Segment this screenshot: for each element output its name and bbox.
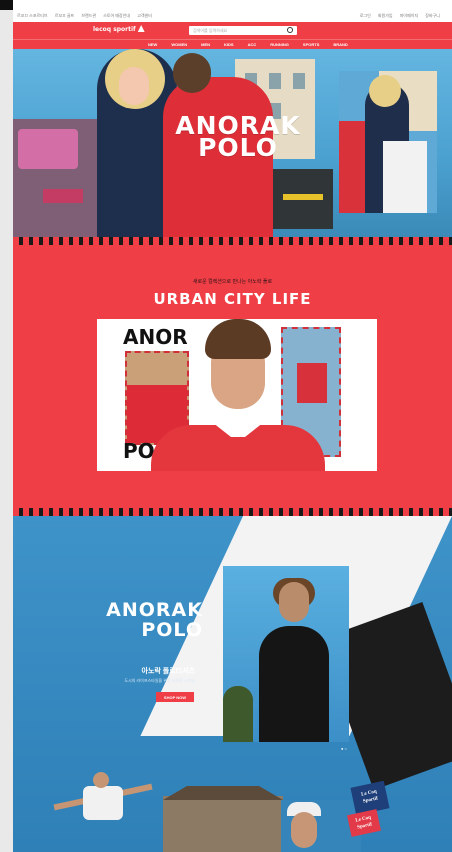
anorak-polo-section: ANORAK POLO 아노락 폴로티셔츠 도시의 라이프스타일을 위한 새로운… <box>13 516 452 852</box>
brand-badge-red: Le Coq Sportif <box>347 809 381 837</box>
section-subtitle: 아노락 폴로티셔츠 <box>141 668 195 675</box>
util-link-1[interactable]: 르꼬끄 스포르티브 <box>17 13 48 18</box>
hero-road <box>273 169 333 229</box>
section-description: 도시의 라이프스타일을 위한 새로운 스타일 <box>124 678 195 683</box>
section-headline: URBAN CITY LIFE <box>153 290 312 308</box>
palm-tree <box>223 686 253 742</box>
model-head <box>93 772 109 788</box>
section-title-line1: ANORAK <box>106 599 203 621</box>
storefront-sign <box>43 189 83 203</box>
card-text-bottom: PO <box>123 439 155 463</box>
hero-inset-photo <box>339 71 437 213</box>
search-icon[interactable] <box>287 27 293 33</box>
util-link-3[interactable]: 브랜드관 <box>81 13 96 18</box>
urban-city-section: 새로운 컬렉션으로 만나는 아노락 폴로 URBAN CITY LIFE ANO… <box>13 245 452 508</box>
util-link-4[interactable]: 스토어 매장안내 <box>103 13 130 18</box>
section-title: ANORAK POLO <box>93 600 203 640</box>
model-white-shirt <box>83 786 123 820</box>
site-header: lecoq sportif 검색어를 입력하세요 <box>13 22 452 39</box>
lookbook-row: Le Coq Sportif Le Coq Sportif <box>13 760 452 852</box>
logo-text: lecoq sportif <box>93 26 136 33</box>
hero-title-line2: POLO <box>198 133 278 162</box>
search-input[interactable]: 검색어를 입력하세요 <box>189 26 297 35</box>
rooster-icon <box>137 25 145 32</box>
product-photo[interactable] <box>223 566 349 742</box>
pattern-band-bottom <box>13 508 452 516</box>
mypage-link[interactable]: 마이페이지 <box>400 13 418 18</box>
carousel-pager[interactable]: ● ○ <box>341 746 347 751</box>
hero-title: ANORAK POLO <box>163 113 313 162</box>
section-title-line2: POLO <box>141 619 203 641</box>
util-link-2[interactable]: 르꼬끄 골프 <box>55 13 75 18</box>
login-link[interactable]: 로그인 <box>360 13 371 18</box>
brand-logo[interactable]: lecoq sportif <box>93 25 145 33</box>
section-kicker: 새로운 컬렉션으로 만나는 아노락 폴로 <box>192 279 273 285</box>
util-link-5[interactable]: 고객센터 <box>137 13 152 18</box>
model-head <box>279 582 309 622</box>
model-hair <box>205 319 271 359</box>
building-window <box>269 73 281 89</box>
road-stripe <box>283 194 323 200</box>
model-face <box>119 67 149 105</box>
cart-link[interactable]: 장바구니 <box>425 13 440 18</box>
building-window <box>293 73 305 89</box>
model-black-polo <box>259 626 329 742</box>
inset-model-skirt <box>383 141 427 213</box>
card-model <box>151 319 325 471</box>
search-placeholder: 검색어를 입력하세요 <box>193 28 228 33</box>
house-roof <box>163 786 283 800</box>
pattern-band-top <box>13 237 452 245</box>
feature-card[interactable]: ANOR PO <box>97 319 377 471</box>
model-head <box>173 53 211 93</box>
shop-now-button[interactable]: SHOP NOW <box>156 692 194 702</box>
hero-banner[interactable]: ANORAK POLO <box>13 49 452 237</box>
lookbook-house <box>163 786 283 852</box>
inset-model-hair <box>369 75 401 107</box>
hero-storefront <box>13 119 101 237</box>
join-link[interactable]: 회원가입 <box>378 13 393 18</box>
storefront-window <box>18 129 78 169</box>
portrait-face <box>291 812 317 848</box>
jumping-model <box>53 770 153 852</box>
